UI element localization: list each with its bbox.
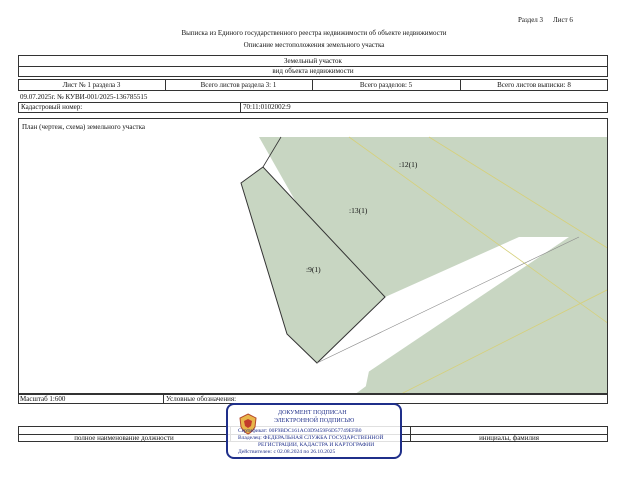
- electronic-signature-stamp: ДОКУМЕНТ ПОДПИСАН ЭЛЕКТРОННОЙ ПОДПИСЬЮ С…: [226, 403, 402, 459]
- object-type-caption: вид объекта недвижимости: [272, 67, 354, 75]
- cadastral-row: [18, 102, 608, 113]
- document-subtitle: Описание местоположения земельного участ…: [243, 41, 385, 49]
- plan-label: План (чертеж, схема) земельного участка: [22, 123, 146, 131]
- total-sections: Всего разделов: 5: [359, 81, 413, 89]
- stamp-validity: Действителен: с 02.08.2024 по 26.10.2025: [238, 449, 336, 455]
- section-label: Раздел 3: [518, 16, 544, 24]
- extract-date-number: 09.07.2025г. № КУВИ-001/2025-136785515: [20, 93, 148, 101]
- parcel-label: :12(1): [399, 160, 418, 169]
- stamp-subtitle: ЭЛЕКТРОННОЙ ПОДПИСЬЮ: [274, 418, 355, 424]
- sheet-number: Лист № 1 раздела 3: [62, 81, 121, 89]
- plan-box: План (чертеж, схема) земельного участка …: [18, 118, 608, 394]
- object-type: Земельный участок: [284, 57, 342, 65]
- parcel-label: :9(1): [306, 265, 321, 274]
- name-caption: инициалы, фамилия: [479, 434, 539, 442]
- parcel-label: :13(1): [349, 206, 368, 215]
- position-caption: полное наименование должности: [74, 434, 174, 442]
- plan-drawing: [240, 136, 607, 393]
- stamp-title: ДОКУМЕНТ ПОДПИСАН: [278, 410, 347, 416]
- stamp-certificate: Сертификат: 00F9BDC161AC0D9459F6D57749EF…: [238, 428, 362, 434]
- cadastral-number: 70:11:0102002:9: [243, 103, 291, 111]
- stamp-owner: Владелец: ФЕДЕРАЛЬНАЯ СЛУЖБА ГОСУДАРСТВЕ…: [238, 435, 384, 441]
- total-sheets-section: Всего листов раздела 3: 1: [200, 81, 277, 89]
- divider: [240, 102, 241, 113]
- document-title: Выписка из Единого государственного реес…: [181, 29, 447, 37]
- stamp-owner-cont: РЕГИСТРАЦИИ, КАДАСТРА И КАРТОГРАФИИ: [258, 442, 375, 448]
- cadastral-label: Кадастровый номер:: [21, 103, 83, 111]
- scale-label: Масштаб 1:600: [20, 395, 66, 403]
- total-sheets: Всего листов выписки: 8: [497, 81, 571, 89]
- legend-label: Условные обозначения:: [166, 395, 237, 403]
- sheet-label: Лист 6: [553, 16, 573, 24]
- divider: [163, 394, 164, 404]
